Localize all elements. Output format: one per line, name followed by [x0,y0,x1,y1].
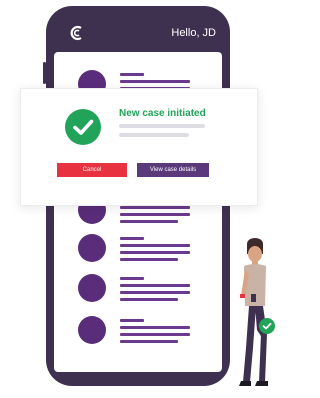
text-line [120,258,178,261]
text-line [120,220,178,223]
text-line [120,326,190,329]
list-item[interactable] [78,274,218,304]
phone-side-button [43,62,46,84]
text-line [120,206,190,209]
text-line [120,291,190,294]
placeholder-line [119,133,189,137]
text-line [120,251,190,254]
text-line [120,319,144,322]
text-line [120,284,190,287]
c-brand-logo-icon [70,25,84,41]
case-initiated-dialog: New case initiated Cancel View case deta… [20,88,258,206]
list-item[interactable] [78,316,218,346]
placeholder-line [119,124,205,128]
text-line [120,73,144,76]
text-line [120,213,190,216]
text-line [120,333,190,336]
person-illustration [225,236,285,392]
text-line [120,340,178,343]
text-line [120,237,144,240]
dialog-title: New case initiated [119,108,206,119]
text-line [120,298,178,301]
avatar [78,316,106,344]
cancel-button[interactable]: Cancel [57,163,127,177]
phone-header: Hello, JD [60,22,220,50]
avatar [78,274,106,302]
text-line [120,244,190,247]
text-line [120,277,144,280]
text-line [120,80,190,83]
list-item[interactable] [78,234,218,264]
check-circle-icon [65,109,101,145]
avatar [78,234,106,262]
greeting-text: Hello, JD [171,27,216,39]
check-badge-icon [259,318,275,334]
view-case-details-button[interactable]: View case details [137,163,209,177]
